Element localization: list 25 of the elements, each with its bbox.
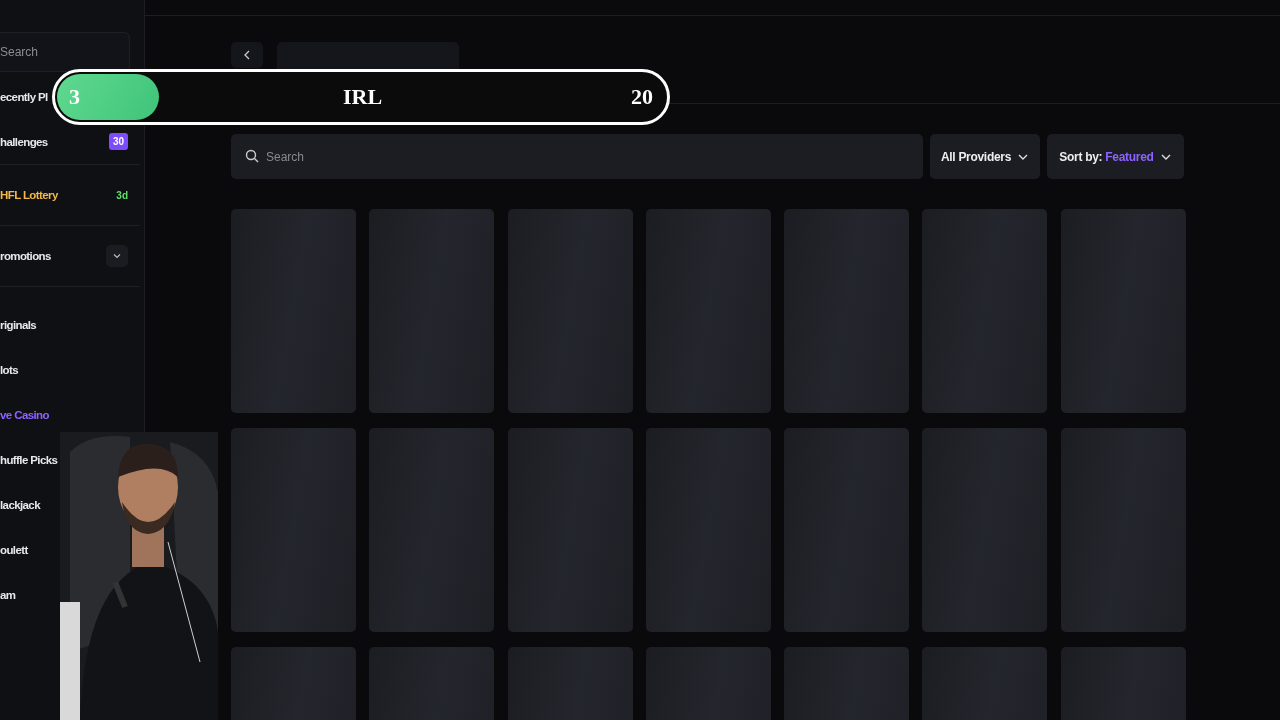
chevron-left-icon: [242, 49, 252, 61]
chevron-down-icon: [112, 251, 122, 261]
sort-dropdown[interactable]: Sort by: Featured: [1047, 134, 1184, 179]
goal-progress-fill: 3: [57, 74, 159, 120]
search-field[interactable]: Search: [231, 134, 923, 179]
goal-title: IRL: [343, 84, 383, 110]
sidebar-item[interactable]: romotions: [0, 250, 51, 262]
expand-button[interactable]: [106, 245, 128, 267]
sidebar-item[interactable]: ve Casino: [0, 408, 49, 421]
time-tag: 3d: [116, 189, 128, 201]
sidebar-item[interactable]: hallenges: [0, 135, 48, 148]
sidebar-item[interactable]: huffle Picks: [0, 453, 58, 466]
goal-target: 20: [631, 84, 653, 110]
back-button[interactable]: [231, 42, 263, 68]
sidebar-item[interactable]: lackjack: [0, 498, 40, 511]
sidebar-item[interactable]: am: [0, 588, 16, 601]
sidebar-item[interactable]: HFL Lottery: [0, 189, 58, 201]
count-badge: 30: [108, 133, 128, 150]
sidebar-item[interactable]: ecently Pl: [0, 90, 48, 103]
search-icon: [245, 149, 259, 163]
search-field[interactable]: Search: [0, 32, 130, 72]
providers-dropdown[interactable]: All Providers: [930, 134, 1040, 179]
sidebar-item[interactable]: lots: [0, 363, 19, 376]
sidebar-item[interactable]: riginals: [0, 318, 37, 331]
sidebar-item[interactable]: oulett: [0, 543, 28, 556]
